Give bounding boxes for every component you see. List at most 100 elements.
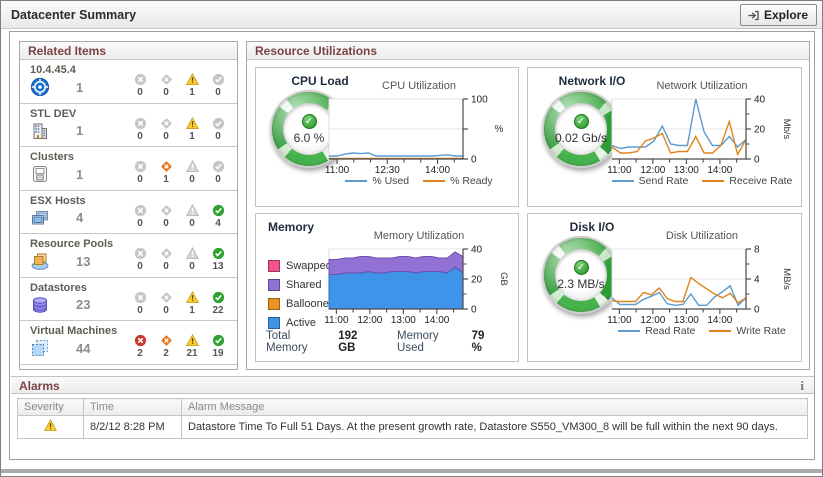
svg-text:20: 20 <box>754 125 766 136</box>
warning-count: 21 <box>186 348 198 360</box>
normal-count: 4 <box>215 217 221 229</box>
related-item-count: 13 <box>76 253 91 269</box>
explore-button[interactable]: Explore <box>739 4 817 26</box>
related-item-name[interactable]: Resource Pools <box>30 238 113 250</box>
related-item-name[interactable]: 10.4.45.4 <box>30 64 83 76</box>
warning-status: 0 <box>179 247 205 272</box>
fatal-count: 0 <box>137 304 143 316</box>
legend-swatch <box>268 279 280 291</box>
related-item-row[interactable]: STL DEV 1 0 0 1 0 <box>20 104 237 147</box>
svg-text:20: 20 <box>471 275 483 286</box>
fatal-count: 0 <box>137 261 143 273</box>
normal-count: 0 <box>215 130 221 142</box>
info-icon[interactable]: i <box>800 378 804 394</box>
disk-chart-legend: Read Rate Write Rate <box>618 325 786 337</box>
related-item-row[interactable]: Datastores 23 0 0 1 22 <box>20 278 237 321</box>
check-badge-icon: ✓ <box>573 259 589 275</box>
critical-count: 0 <box>163 217 169 229</box>
critical-status: 2 <box>153 334 179 359</box>
related-item-count: 1 <box>76 123 84 138</box>
alarm-severity-cell <box>17 415 84 439</box>
warning-status: 1 <box>179 116 205 142</box>
alarms-table: Severity Time Alarm Message 8/2/12 8:28 PM… <box>17 398 808 439</box>
content-frame: Related Items 10.4.45.4 1 0 0 1 0 STL DEV 1 0 0 1 0… <box>9 31 815 460</box>
related-item-name[interactable]: STL DEV <box>30 108 83 120</box>
warning-icon <box>185 73 199 86</box>
explore-icon <box>747 9 760 22</box>
related-item-row[interactable]: Virtual Machines 44 2 2 21 19 <box>20 321 237 365</box>
legend-swatch <box>268 317 280 329</box>
warning-icon <box>185 334 199 347</box>
related-item-name[interactable]: Clusters <box>30 151 83 163</box>
svg-text:MB/s: MB/s <box>781 268 792 290</box>
alarms-title: Alarms <box>19 379 60 393</box>
fatal-status: 2 <box>127 334 153 359</box>
fatal-status: 0 <box>127 291 153 316</box>
memory-footer: Total Memory 192 GB Memory Used 79 % <box>266 330 518 354</box>
total-memory-label: Total Memory <box>266 330 308 354</box>
alarm-time-cell: 8/2/12 8:28 PM <box>83 415 182 439</box>
datacenter-summary-window: Datacenter Summary Explore Related Items… <box>0 0 823 477</box>
related-item-row[interactable]: ESX Hosts 4 0 0 0 4 <box>20 191 237 234</box>
legend-label: Receive Rate <box>729 175 793 187</box>
related-item-row[interactable]: Resource Pools 13 0 0 0 13 <box>20 234 237 278</box>
virtual-machine-icon <box>30 338 50 358</box>
fatal-count: 0 <box>137 217 143 229</box>
normal-count: 0 <box>215 87 221 99</box>
alarms-column-header[interactable]: Time <box>83 398 182 416</box>
critical-count: 0 <box>163 304 169 316</box>
fatal-icon <box>134 73 147 86</box>
related-item-count: 1 <box>76 79 84 95</box>
disk-chart-title: Disk Utilization <box>665 230 739 242</box>
legend-label: % Ready <box>450 175 493 187</box>
legend-label: Read Rate <box>645 325 696 337</box>
svg-text:0: 0 <box>471 155 477 166</box>
related-item-count: 4 <box>76 210 84 225</box>
severity-counts: 0 0 1 22 <box>127 281 231 321</box>
cpu-chart-legend: % Used % Ready <box>345 175 493 187</box>
legend-label: Active <box>286 317 316 329</box>
related-items-panel: Related Items 10.4.45.4 1 0 0 1 0 STL DEV 1 0 0 1 0… <box>19 41 238 370</box>
svg-text:Mb/s: Mb/s <box>781 119 792 140</box>
fatal-icon <box>134 247 147 260</box>
page-title: Datacenter Summary <box>11 8 137 22</box>
svg-text:%: % <box>495 124 504 135</box>
fatal-count: 0 <box>137 130 143 142</box>
svg-text:14:00: 14:00 <box>424 315 449 326</box>
chart-legend-item: % Ready <box>423 175 493 187</box>
critical-icon <box>160 334 173 347</box>
related-item-row[interactable]: Clusters 1 0 1 0 0 <box>20 147 237 191</box>
memory-quadrant: Memory Swapped Shared Ballooned Active Memo… <box>255 213 519 362</box>
related-item-name[interactable]: ESX Hosts <box>30 195 86 207</box>
related-item-name[interactable]: Datastores <box>30 282 90 294</box>
related-item-count: 1 <box>76 166 84 182</box>
related-items-list: 10.4.45.4 1 0 0 1 0 STL DEV 1 0 0 1 0 Clusters 1 0 1 0 0 E… <box>20 60 237 365</box>
legend-label: Write Rate <box>736 325 786 337</box>
alarm-row[interactable]: 8/2/12 8:28 PM Datastore Time To Full 51 … <box>17 415 808 439</box>
fatal-count: 0 <box>137 174 143 186</box>
alarms-column-header[interactable]: Alarm Message <box>181 398 808 416</box>
cpu-chart-title: CPU Utilization <box>382 80 456 92</box>
fatal-status: 0 <box>127 73 153 98</box>
network-io-quadrant: Network I/O ✓ 0.02 Gb/s Network Utilizat… <box>527 67 802 207</box>
normal-icon <box>212 160 225 173</box>
related-item-name[interactable]: Virtual Machines <box>30 325 117 337</box>
warning-icon <box>44 419 57 432</box>
related-item-row[interactable]: 10.4.45.4 1 0 0 1 0 <box>20 60 237 104</box>
resource-utilizations-panel: Resource Utilizations CPU Load ✓ 6.0 % C… <box>246 41 810 370</box>
legend-line-swatch <box>423 180 446 182</box>
legend-label: Shared <box>286 279 322 291</box>
svg-text:0: 0 <box>471 305 477 316</box>
alarm-message-cell: Datastore Time To Full 51 Days. At the p… <box>181 415 808 439</box>
warning-count: 1 <box>189 87 195 99</box>
warning-count: 0 <box>189 174 195 186</box>
normal-icon <box>212 247 225 260</box>
warning-status: 1 <box>179 73 205 98</box>
datacenter-icon <box>30 121 50 141</box>
normal-icon <box>212 73 225 86</box>
memory-used-label: Memory Used <box>397 330 439 354</box>
alarms-table-header-row: Severity Time Alarm Message <box>17 398 808 416</box>
critical-count: 2 <box>163 348 169 360</box>
critical-icon <box>160 117 173 130</box>
alarms-column-header[interactable]: Severity <box>17 398 84 416</box>
